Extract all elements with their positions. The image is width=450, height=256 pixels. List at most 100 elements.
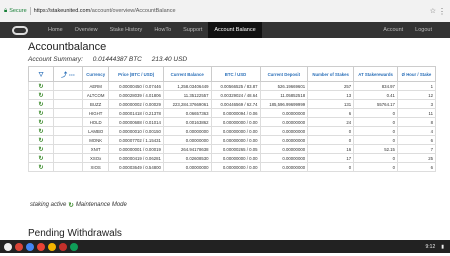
header-number-of-stakes[interactable]: Number of Stakes (307, 66, 355, 82)
table-cell: 0.00000000 / 0.00 (210, 162, 261, 172)
table-cell: 0.00000000 (259, 126, 309, 136)
table-cell: 0.00001418 / 0.21378 (108, 108, 164, 118)
table-cell: MONK (81, 135, 110, 145)
table-cell: 0.00000000 / 0.00 (210, 126, 261, 136)
table-cell: 0.00000000 (259, 117, 309, 127)
table-cell: 0.00000002 / 0.00029 (108, 99, 164, 109)
table-cell: 16 (307, 144, 355, 154)
table-row: ↻ MONK 0.00007702 / 1.15431 0.00000000 0.000… (28, 135, 437, 145)
table-cell: 0.00000450 / 0.07446 (108, 81, 164, 91)
table-cell: 52.15 (353, 144, 398, 154)
spacer-cell (53, 153, 83, 163)
taskbar-app-icon[interactable] (37, 242, 45, 251)
staking-active-icon: ↻ (28, 99, 54, 109)
nav-howto[interactable]: HowTo (148, 22, 177, 38)
table-cell: 0 (353, 153, 398, 163)
nav-account[interactable]: Account (377, 22, 409, 38)
launcher-icon[interactable] (4, 242, 12, 251)
table-cell: BUZZ (81, 99, 110, 109)
spacer-cell (53, 135, 83, 145)
table-cell: ALTCOM (81, 90, 110, 100)
table-cell: 0 (307, 126, 355, 136)
table-cell: 11 (396, 108, 437, 118)
summary-label: Account Summary: (28, 56, 83, 63)
system-tray[interactable]: 9:12 ▮ (426, 244, 445, 250)
table-row: ↻ XIOS 0.00003649 / 0.54800 0.00000000 0.000… (28, 162, 437, 172)
staking-active-icon: ↻ (28, 108, 54, 118)
table-cell: 0 (307, 135, 355, 145)
table-cell: 0.00003649 / 0.54800 (108, 162, 164, 172)
nav-support[interactable]: Support (177, 22, 208, 38)
summary-usd: 213.40 USD (151, 56, 188, 63)
balance-table: ▽ ⤴︎ ⋯ Currency Price (BTC / USD) Curren… (28, 66, 437, 172)
staking-active-label: staking active (30, 202, 67, 208)
nav-logout[interactable]: Logout (409, 22, 438, 38)
table-cell: 223,284.37669061 (162, 99, 212, 109)
taskbar-app-icon[interactable] (59, 242, 67, 251)
table-row: ↻ HIGHT 0.00001418 / 0.21378 0.06657363 0.00… (28, 108, 437, 118)
bookmark-star-icon[interactable]: ☆ (430, 7, 436, 15)
table-cell: 8 (396, 117, 437, 127)
table-row: ↻ XSOx 0.00000419 / 0.06281 0.02608530 0.000… (28, 153, 437, 163)
spacer-cell (53, 108, 83, 118)
table-cell: 7 (396, 144, 437, 154)
table-cell: 0.00000419 / 0.06281 (108, 153, 164, 163)
site-logo[interactable] (12, 25, 28, 35)
staking-active-icon: ↻ (28, 81, 54, 91)
table-cell: 185,596.99699999 (259, 99, 309, 109)
filter-icon[interactable]: ▽ (28, 66, 54, 82)
nav-home[interactable]: Home (42, 22, 69, 38)
table-cell: 0.00000000 / 0.00 (210, 117, 261, 127)
table-cell: 0.00000000 (259, 135, 309, 145)
staking-active-icon: ↻ (28, 117, 54, 127)
table-cell: 0.00000000 (162, 162, 212, 172)
table-cell: XSOx (81, 153, 110, 163)
header-at-stakerewards[interactable]: AT Stakerewards (353, 66, 398, 82)
table-cell: XIOS (81, 162, 110, 172)
table-cell: AERM (81, 81, 110, 91)
secure-label: Secure (9, 8, 27, 14)
header-currency[interactable]: Currency (81, 66, 110, 82)
table-cell: 0.00000265 / 0.05 (210, 144, 261, 154)
account-summary: Account Summary: 0.01444387 BTC 213.40 U… (28, 56, 195, 63)
table-cell: 0.00163862 (162, 117, 212, 127)
table-cell: 0.00028039 / 4.01806 (108, 90, 164, 100)
table-cell: 0.00000001 / 0.00019 (108, 144, 164, 154)
header-current-deposit[interactable]: Current Deposit (259, 66, 309, 82)
nav-overview[interactable]: Overview (69, 22, 104, 38)
table-cell: 0.00000000 / 0.00 (210, 153, 261, 163)
table-cell: 24 (307, 117, 355, 127)
table-cell: 0.00000688 / 0.01014 (108, 117, 164, 127)
url-field[interactable]: https://stakeunited.com/account/overview… (34, 8, 176, 14)
trend-icon[interactable]: ⤴︎ ⋯ (53, 66, 83, 82)
table-header-row: ▽ ⤴︎ ⋯ Currency Price (BTC / USD) Curren… (28, 66, 437, 82)
header-price[interactable]: Price (BTC / USD) (108, 66, 164, 82)
browser-address-bar: 🔒︎ Secure https://stakeunited.com/accoun… (0, 0, 450, 23)
table-cell: 131 (307, 99, 355, 109)
table-row: ↻ LAMBO 0.00000010 / 0.00150 0.00000000 0.00… (28, 126, 437, 136)
table-cell: 0 (353, 108, 398, 118)
clock: 9:12 (425, 243, 436, 250)
table-row: ↻ HOLD 0.00000688 / 0.01014 0.00163862 0.000… (28, 117, 437, 127)
table-cell: 0.00000000 (259, 162, 309, 172)
table-cell: 1 (396, 81, 437, 91)
lock-icon: 🔒︎ (4, 7, 8, 14)
divider (29, 7, 31, 15)
header-btc-usd[interactable]: BTC / USD (210, 66, 261, 82)
table-cell: 11.35122557 (162, 90, 212, 100)
header-hour-per-stake[interactable]: Ø Hour / Stake (396, 66, 437, 82)
header-current-balance[interactable]: Current Balance (162, 66, 212, 82)
nav-account-balance[interactable]: Account Balance (208, 22, 262, 38)
taskbar-app-icon[interactable] (26, 242, 34, 251)
spacer-cell (53, 81, 83, 91)
taskbar-app-icon[interactable] (48, 242, 56, 251)
top-navigation: Home Overview Stake History HowTo Suppor… (0, 22, 450, 38)
table-cell: 264.94178638 (162, 144, 212, 154)
taskbar-app-icon[interactable] (15, 242, 23, 251)
table-row: ↻ AERM 0.00000450 / 0.07446 1,258.03406449 0… (28, 81, 437, 91)
table-cell: 526.19669601 (259, 81, 309, 91)
browser-menu-icon[interactable]: ⋮ (438, 7, 446, 16)
table-cell: 0 (353, 162, 398, 172)
nav-stake-history[interactable]: Stake History (104, 22, 149, 38)
taskbar-app-icon[interactable] (70, 242, 78, 251)
